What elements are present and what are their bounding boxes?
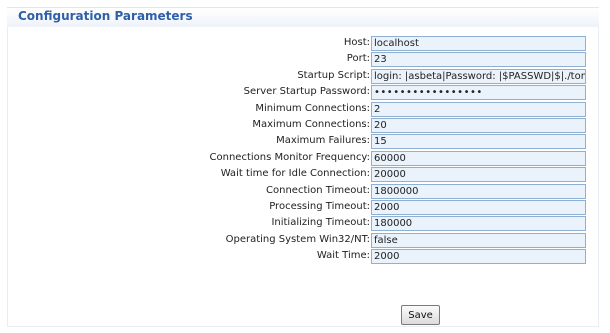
minimum-connections-input[interactable] — [371, 101, 586, 117]
maximum-connections-label: Maximum Connections: — [252, 118, 370, 130]
form-row-maximum-failures: Maximum Failures: — [0, 134, 610, 150]
form-row-host: Host: — [0, 36, 610, 52]
minimum-connections-label: Minimum Connections: — [255, 102, 370, 114]
startup-script-input[interactable] — [371, 68, 586, 84]
form-row-wait-time: Wait Time: — [0, 249, 610, 265]
operating-system-win32nt-label: Operating System Win32/NT: — [225, 233, 370, 245]
server-startup-password-input[interactable] — [371, 85, 586, 101]
form-row-minimum-connections: Minimum Connections: — [0, 101, 610, 118]
initializing-timeout-label: Initializing Timeout: — [271, 217, 370, 229]
connections-monitor-frequency-label: Connections Monitor Frequency: — [209, 151, 370, 163]
form-row-initializing-timeout: Initializing Timeout: — [0, 216, 610, 232]
port-label: Port: — [346, 53, 370, 65]
connections-monitor-frequency-input[interactable] — [371, 150, 586, 166]
startup-script-label: Startup Script: — [297, 69, 370, 81]
host-label: Host: — [343, 37, 370, 48]
config-form: Host: Port: Startup Script: Server Start… — [0, 36, 610, 265]
form-row-server-startup-password: Server Startup Password: — [0, 85, 610, 101]
form-row-connection-timeout: Connection Timeout: — [0, 183, 610, 200]
form-row-port: Port: — [0, 52, 610, 68]
maximum-connections-input[interactable] — [371, 117, 586, 133]
wait-time-label: Wait Time: — [316, 250, 370, 262]
form-row-wait-time-idle-connection: Wait time for Idle Connection: — [0, 167, 610, 183]
processing-timeout-label: Processing Timeout: — [269, 200, 370, 212]
form-row-connections-monitor-frequency: Connections Monitor Frequency: — [0, 150, 610, 167]
server-startup-password-label: Server Startup Password: — [243, 86, 370, 98]
wait-time-idle-connection-label: Wait time for Idle Connection: — [220, 168, 370, 180]
connection-timeout-label: Connection Timeout: — [266, 184, 370, 196]
save-button[interactable]: Save — [401, 305, 440, 325]
maximum-failures-label: Maximum Failures: — [276, 135, 370, 147]
operating-system-win32nt-input[interactable] — [371, 232, 586, 248]
processing-timeout-input[interactable] — [371, 199, 586, 215]
port-input[interactable] — [371, 52, 586, 68]
form-row-processing-timeout: Processing Timeout: — [0, 199, 610, 216]
form-row-maximum-connections: Maximum Connections: — [0, 117, 610, 134]
maximum-failures-input[interactable] — [371, 134, 586, 150]
form-row-startup-script: Startup Script: — [0, 68, 610, 85]
initializing-timeout-input[interactable] — [371, 216, 586, 232]
host-input[interactable] — [371, 36, 586, 51]
panel-title: Configuration Parameters — [18, 9, 193, 23]
wait-time-input[interactable] — [371, 249, 586, 265]
wait-time-idle-connection-input[interactable] — [371, 167, 586, 183]
connection-timeout-input[interactable] — [371, 183, 586, 199]
form-row-operating-system-win32nt: Operating System Win32/NT: — [0, 232, 610, 249]
